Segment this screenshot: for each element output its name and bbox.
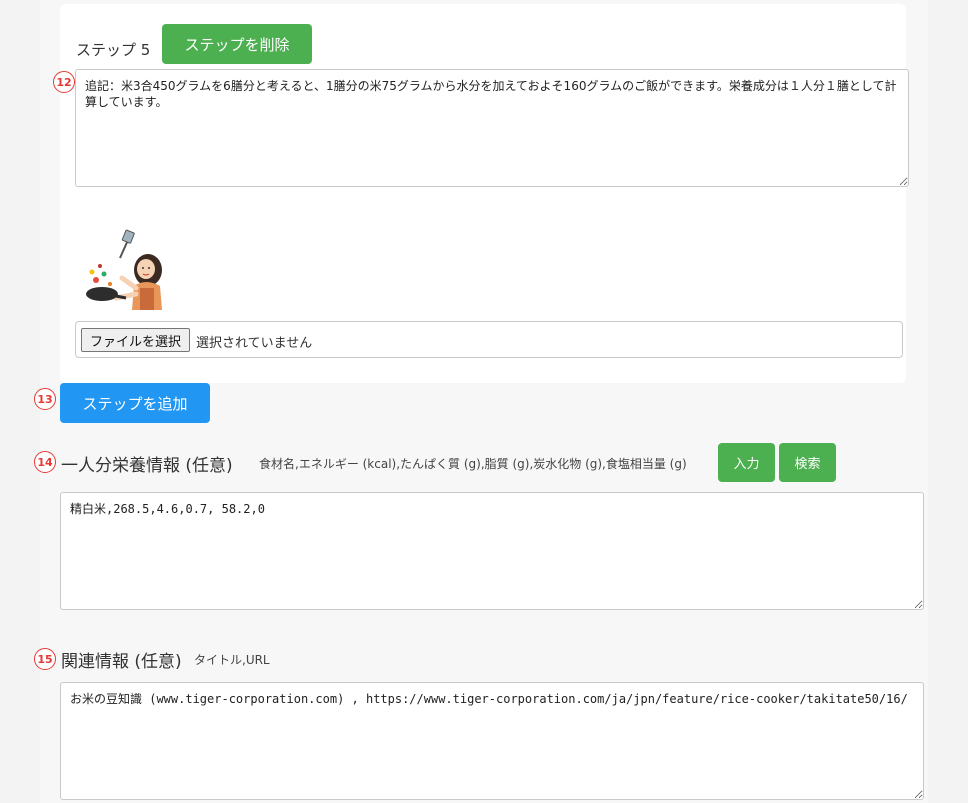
cooking-woman-illustration (86, 229, 162, 310)
nutrition-title: 一人分栄養情報 (任意) (61, 456, 233, 476)
related-marker: 15 (34, 648, 56, 670)
nutrition-search-button[interactable]: 検索 (779, 443, 836, 482)
nutrition-hint: 食材名,エネルギー (kcal),たんぱく質 (g),脂質 (g),炭水化物 (… (259, 457, 687, 471)
add-step-button[interactable]: ステップを追加 (60, 383, 210, 423)
nutrition-text-area[interactable]: 精白米,268.5,4.6,0.7, 58.2,0 (60, 492, 924, 610)
step-number-marker: 12 (53, 71, 75, 93)
delete-step-button[interactable]: ステップを削除 (162, 24, 312, 64)
step-text-area[interactable]: 追記：米3合450グラムを6膳分と考えると、1膳分の米75グラムから水分を加えて… (75, 69, 909, 187)
related-text-area[interactable]: お米の豆知識 (www.tiger-corporation.com) , htt… (60, 682, 924, 800)
nutrition-marker: 14 (34, 451, 56, 473)
file-status-text: 選択されていません (196, 336, 313, 351)
choose-file-button[interactable]: ファイルを選択 (81, 328, 191, 352)
nutrition-input-button[interactable]: 入力 (718, 443, 775, 482)
related-title: 関連情報 (任意) (61, 652, 182, 672)
step-label: ステップ 5 (76, 41, 151, 59)
related-hint: タイトル,URL (194, 653, 270, 667)
file-input: ファイルを選択 選択されていません (75, 321, 903, 358)
add-step-marker: 13 (34, 388, 56, 410)
